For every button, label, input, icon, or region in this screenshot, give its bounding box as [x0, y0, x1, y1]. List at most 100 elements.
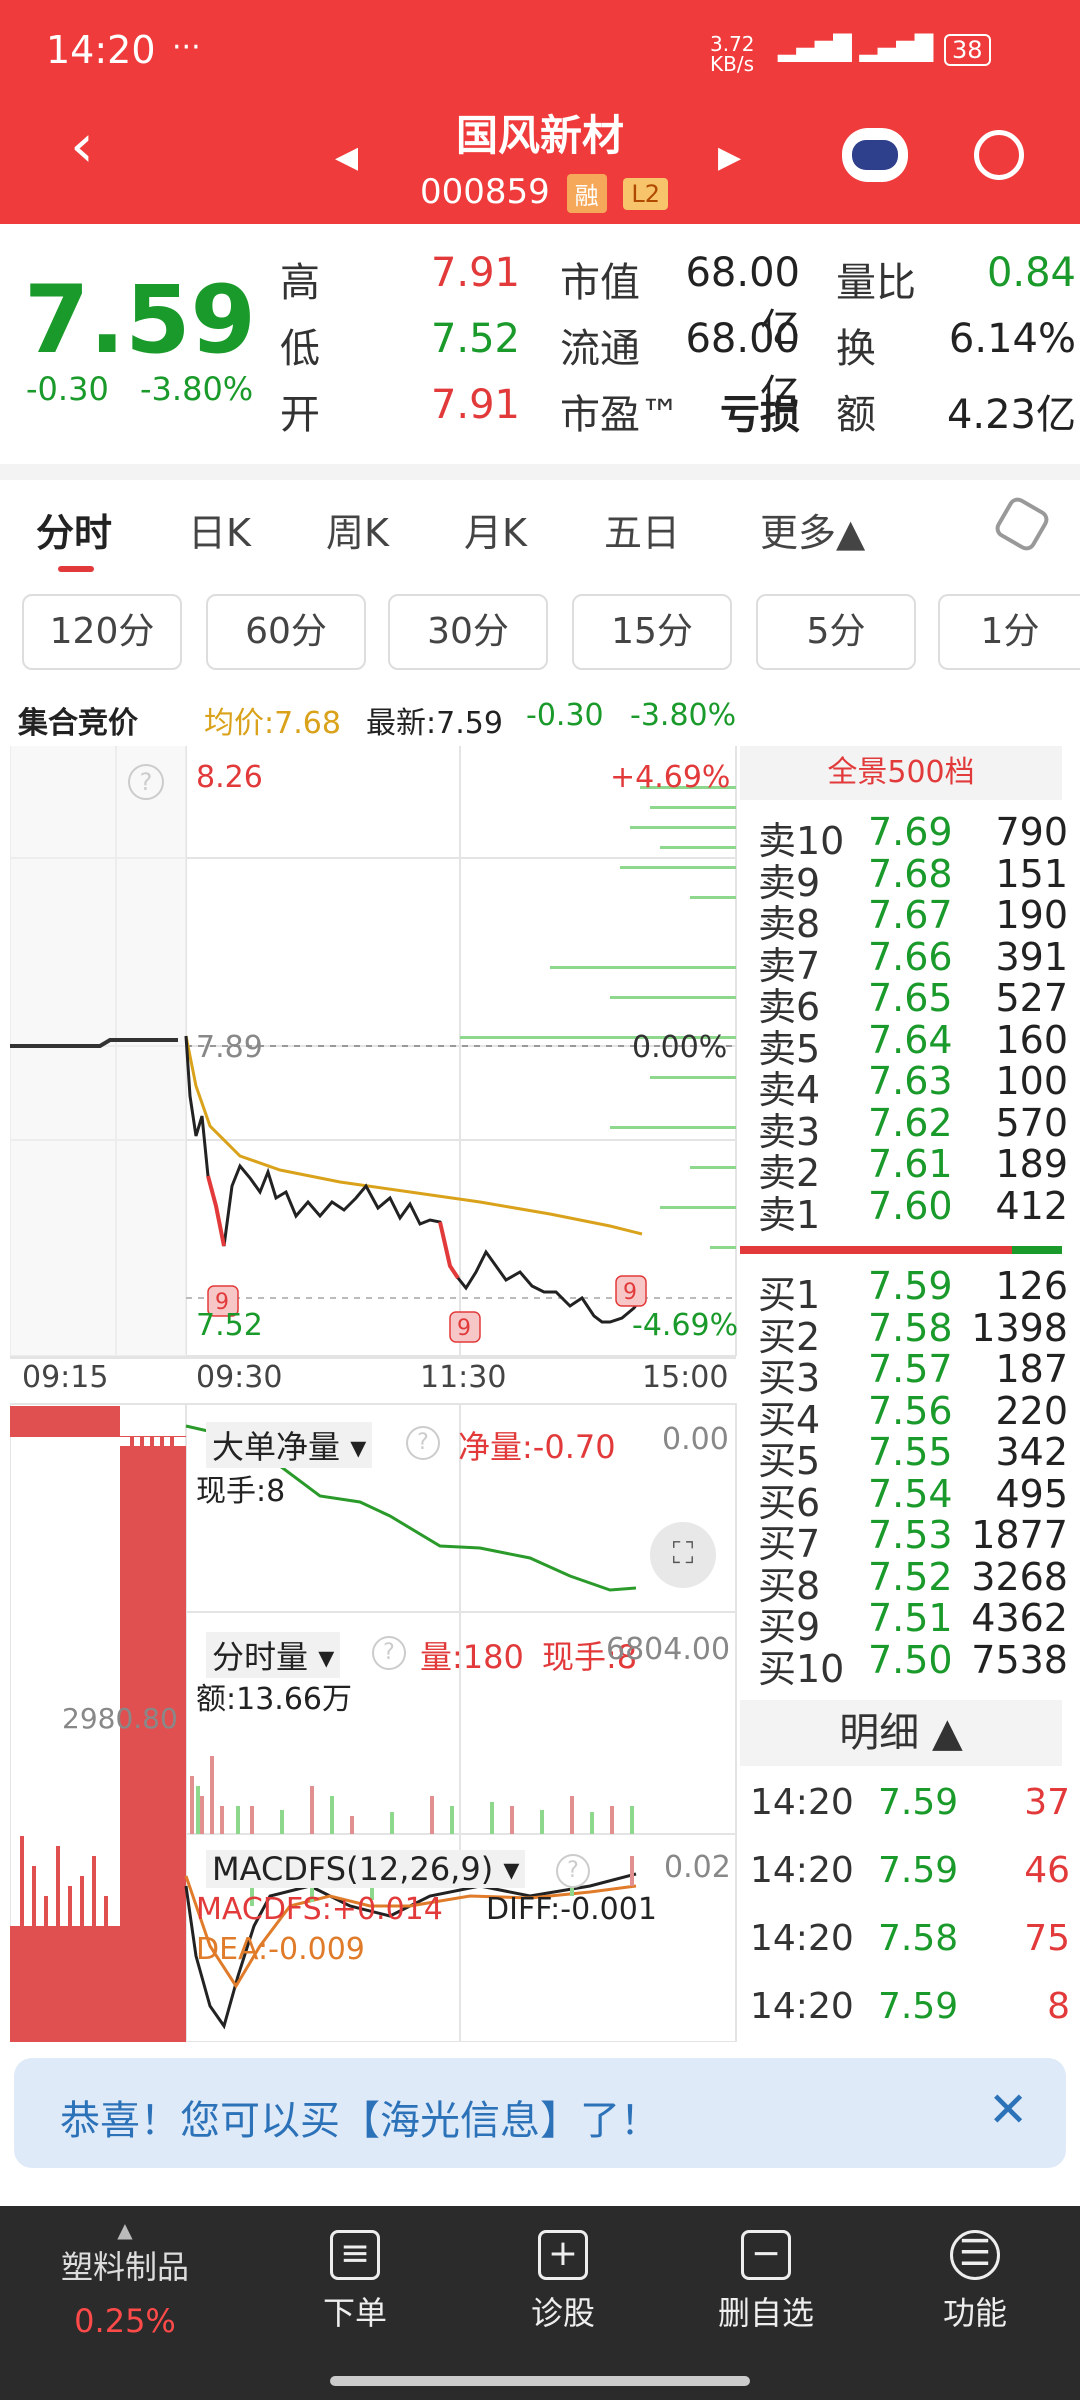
- bid-row[interactable]: 买2 7.58 1398: [758, 1306, 1068, 1359]
- bid-row-price: 7.57: [868, 1347, 953, 1391]
- sector-pct: 0.25%: [74, 2302, 176, 2340]
- ask-row-price: 7.61: [868, 1142, 953, 1186]
- period-1[interactable]: 1分: [938, 594, 1080, 670]
- bid-row[interactable]: 买6 7.54 495: [758, 1472, 1068, 1525]
- bid-row[interactable]: 买4 7.56 220: [758, 1388, 1068, 1442]
- detail-price: 7.59: [878, 1850, 959, 1891]
- netvol-help-icon[interactable]: ?: [406, 1426, 440, 1460]
- ask-row[interactable]: 卖4 7.63 100: [758, 1059, 1068, 1112]
- timevol-help-icon[interactable]: ?: [372, 1636, 406, 1670]
- marker-1[interactable]: 9: [215, 1290, 229, 1315]
- tab-five-day[interactable]: 五日: [604, 502, 680, 557]
- bid-row[interactable]: 买7 7.53 1877: [758, 1513, 1068, 1566]
- bid-row-volume: 220: [995, 1388, 1068, 1433]
- function-label: 功能: [942, 2294, 1007, 2332]
- marker-2[interactable]: 9: [457, 1316, 471, 1341]
- auction-label[interactable]: 集合竞价: [18, 698, 138, 742]
- period-60[interactable]: 60分: [206, 594, 366, 670]
- ask-row-volume: 391: [995, 934, 1068, 979]
- tab-weekly-k[interactable]: 周K: [326, 502, 389, 557]
- sector-item[interactable]: ▲ 塑料制品 0.25%: [50, 2218, 200, 2340]
- macd-value: MACDFS:+0.014: [196, 1892, 443, 1927]
- ask-row-price: 7.62: [868, 1100, 953, 1145]
- order-button[interactable]: ≡ 下单: [300, 2230, 410, 2334]
- period-30[interactable]: 30分: [388, 594, 548, 670]
- ask-row[interactable]: 卖6 7.65 527: [758, 976, 1068, 1029]
- timevol-selector[interactable]: 分时量 ▾: [206, 1632, 341, 1678]
- ask-row-label: 卖1: [758, 1192, 821, 1237]
- mid-price-label: 7.89: [196, 1030, 263, 1065]
- ask-row-price: 7.60: [868, 1183, 953, 1228]
- bid-row[interactable]: 买5 7.55 342: [758, 1430, 1068, 1483]
- timevol-amount: 额:13.66万: [196, 1682, 352, 1717]
- remove-label: 删自选: [717, 2294, 814, 2332]
- remove-watchlist-button[interactable]: − 删自选: [706, 2230, 826, 2334]
- intraday-chart[interactable]: ? 8.26 +4.69% 7.89 0.00% 7.52 -4.69% 9 9…: [10, 746, 738, 2042]
- current-price: 7.59: [24, 266, 256, 375]
- mid-pct-label: 0.00%: [632, 1030, 728, 1065]
- tab-daily-k[interactable]: 日K: [188, 502, 251, 557]
- detail-time: 14:20: [750, 1782, 854, 1823]
- order-book: 全景500档 卖10 7.69 790 卖9 7.68 151 卖8 7.67 190 卖7 7.6…: [740, 746, 1070, 2042]
- orderbook-title[interactable]: 全景500档: [740, 746, 1062, 800]
- detail-price: 7.58: [878, 1918, 959, 1959]
- bid-row[interactable]: 买10 7.50 7538: [758, 1637, 1068, 1691]
- bid-row[interactable]: 买1 7.59 126: [758, 1264, 1068, 1317]
- ask-row-volume: 527: [995, 976, 1068, 1020]
- fullscreen-icon[interactable]: ⛶: [650, 1522, 716, 1588]
- ask-row[interactable]: 卖5 7.64 160: [758, 1018, 1068, 1071]
- ask-row-volume: 190: [995, 893, 1068, 937]
- detail-volume: 37: [1024, 1782, 1070, 1823]
- ask-row[interactable]: 卖3 7.62 570: [758, 1100, 1068, 1154]
- macd-help-icon[interactable]: ?: [556, 1854, 590, 1888]
- period-15[interactable]: 15分: [572, 594, 732, 670]
- tab-monthly-k[interactable]: 月K: [464, 502, 527, 557]
- netvol-selector[interactable]: 大单净量 ▾: [206, 1422, 373, 1468]
- bid-row-price: 7.59: [868, 1264, 953, 1308]
- macd-selector[interactable]: MACDFS(12,26,9) ▾: [206, 1850, 526, 1888]
- macd-top: 0.02: [664, 1850, 731, 1885]
- help-icon[interactable]: ?: [128, 764, 164, 800]
- detail-volume: 8: [1047, 1986, 1070, 2027]
- high-value: 7.91: [430, 250, 520, 296]
- robot-assistant-icon[interactable]: [842, 128, 908, 182]
- ask-row-volume: 790: [995, 810, 1068, 854]
- top-price-label: 8.26: [196, 760, 263, 795]
- bid-row-price: 7.50: [868, 1637, 953, 1682]
- up-arrow-icon: ▲: [117, 2218, 133, 2242]
- function-button[interactable]: ☰ 功能: [920, 2230, 1030, 2334]
- netvol-top: 0.00: [662, 1422, 729, 1457]
- detail-time: 14:20: [750, 1918, 854, 1959]
- detail-title[interactable]: 明细 ▲: [740, 1700, 1062, 1766]
- period-buttons: 120分 60分 30分 15分 5分 1分: [0, 594, 1080, 674]
- close-icon[interactable]: ✕: [988, 2082, 1028, 2138]
- ask-row[interactable]: 卖9 7.68 151: [758, 852, 1068, 905]
- detail-price: 7.59: [878, 1782, 959, 1823]
- diagnose-icon: +: [538, 2230, 588, 2280]
- stock-name: 国风新材: [455, 111, 624, 160]
- amount-label: 额: [836, 392, 876, 438]
- bid-row[interactable]: 买8 7.52 3268: [758, 1555, 1068, 1608]
- period-5[interactable]: 5分: [756, 594, 916, 670]
- detail-row: 14:20 7.59 37: [750, 1782, 1070, 1842]
- search-icon[interactable]: [974, 130, 1024, 180]
- bid-row-volume: 1877: [971, 1513, 1068, 1557]
- ask-row[interactable]: 卖10 7.69 790: [758, 810, 1068, 863]
- tab-more[interactable]: 更多▲: [760, 502, 865, 557]
- marker-3[interactable]: 9: [623, 1280, 637, 1305]
- bid-row[interactable]: 买9 7.51 4362: [758, 1596, 1068, 1649]
- banner-text: 恭喜！您可以买【海光信息】了！: [60, 2098, 660, 2144]
- margin-tag: 融: [566, 174, 607, 213]
- ask-row[interactable]: 卖8 7.67 190: [758, 893, 1068, 946]
- detail-row: 14:20 7.59 8: [750, 1986, 1070, 2046]
- ask-row[interactable]: 卖7 7.66 391: [758, 934, 1068, 988]
- ask-row-volume: 570: [995, 1100, 1068, 1145]
- bid-row[interactable]: 买3 7.57 187: [758, 1347, 1068, 1400]
- ask-row[interactable]: 卖2 7.61 189: [758, 1142, 1068, 1195]
- period-120[interactable]: 120分: [22, 594, 182, 670]
- settings-icon[interactable]: [991, 493, 1053, 555]
- diagnose-button[interactable]: + 诊股: [508, 2230, 618, 2334]
- notice-banner[interactable]: 恭喜！您可以买【海光信息】了！ ✕: [14, 2058, 1066, 2168]
- tab-intraday[interactable]: 分时: [36, 502, 112, 557]
- ask-row[interactable]: 卖1 7.60 412: [758, 1183, 1068, 1237]
